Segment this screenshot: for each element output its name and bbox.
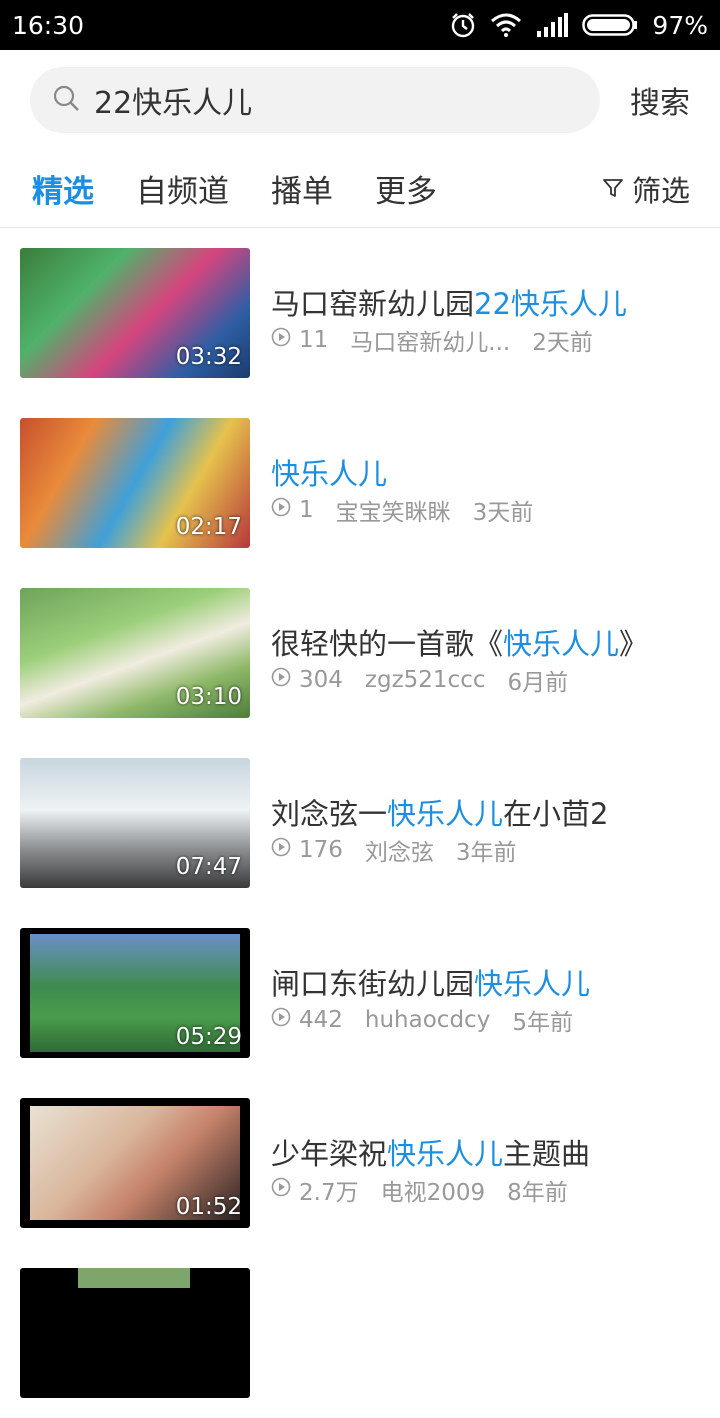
search-button[interactable]: 搜索: [630, 78, 690, 122]
video-author: 马口窑新幼儿...: [350, 330, 511, 356]
video-meta: 442 huhaocdcy 5年前: [271, 1003, 573, 1037]
video-duration: 03:10: [175, 684, 242, 710]
video-meta: 2.7万 电视2009 8年前: [271, 1173, 568, 1207]
video-item[interactable]: 03:10 很轻快的一首歌《快乐人儿》 304 zgz521ccc 6月前: [0, 568, 720, 738]
video-thumbnail[interactable]: 07:47: [20, 758, 250, 888]
search-icon: [52, 84, 80, 116]
video-author: huhaocdcy: [364, 1007, 491, 1033]
status-time: 16:30: [12, 10, 85, 40]
view-count: 304: [299, 667, 343, 693]
play-count-icon: [271, 327, 291, 353]
video-duration: 07:47: [175, 854, 242, 880]
title-text-end: 主题曲: [503, 1137, 591, 1171]
tab-playlist[interactable]: 播单: [271, 166, 333, 211]
video-author: zgz521ccc: [364, 667, 486, 693]
video-item[interactable]: 02:17 快乐人儿 1 宝宝笑眯眯 3天前: [0, 398, 720, 568]
video-item[interactable]: 01:52 少年梁祝快乐人儿主题曲 2.7万 电视2009 8年前: [0, 1078, 720, 1248]
video-title[interactable]: 马口窑新幼儿园22快乐人儿: [271, 281, 627, 323]
tab-featured[interactable]: 精选: [32, 166, 94, 211]
title-highlight: 快乐人儿: [271, 457, 388, 491]
title-highlight: 快乐人儿: [387, 797, 504, 831]
upload-time: 3天前: [472, 500, 534, 526]
title-highlight: 快乐人儿: [474, 967, 591, 1001]
video-item[interactable]: 03:32 马口窑新幼儿园22快乐人儿 11 马口窑新幼儿... 2天前: [0, 228, 720, 398]
play-count-icon: [271, 837, 291, 863]
video-duration: 05:29: [175, 1024, 242, 1050]
alarm-icon: [450, 12, 476, 38]
video-duration: 02:17: [175, 514, 242, 540]
video-meta: 304 zgz521ccc 6月前: [271, 663, 568, 697]
play-count-icon: [271, 497, 291, 523]
battery-percent: 97%: [652, 10, 708, 40]
title-text: 很轻快的一首歌《: [271, 627, 504, 661]
video-title[interactable]: 很轻快的一首歌《快乐人儿》: [271, 621, 648, 663]
title-highlight: 快乐人儿: [387, 1137, 504, 1171]
video-author: 电视2009: [380, 1180, 486, 1206]
battery-icon: [582, 13, 638, 37]
thumbnail-image: [78, 1268, 190, 1288]
upload-time: 8年前: [507, 1180, 568, 1206]
video-thumbnail[interactable]: 03:10: [20, 588, 250, 718]
search-input[interactable]: 22快乐人儿: [30, 67, 600, 133]
view-count: 442: [299, 1007, 343, 1033]
video-thumbnail[interactable]: [20, 1268, 250, 1398]
video-item[interactable]: 07:47 刘念弦一快乐人儿在小茴2 176 刘念弦 3年前: [0, 738, 720, 908]
view-count: 1: [299, 497, 314, 523]
view-count: 176: [299, 837, 343, 863]
upload-time: 5年前: [512, 1010, 573, 1036]
filter-button[interactable]: 筛选: [602, 168, 690, 210]
upload-time: 3年前: [455, 840, 517, 866]
title-highlight: 22快乐人儿: [474, 287, 627, 321]
upload-time: 2天前: [532, 330, 593, 356]
play-count-icon: [271, 667, 291, 693]
view-count: 2.7万: [299, 1180, 359, 1206]
status-icons: 97%: [450, 11, 708, 40]
tab-bar: 精选 自频道 播单 更多 筛选: [0, 150, 720, 228]
video-title[interactable]: 少年梁祝快乐人儿主题曲: [271, 1131, 590, 1173]
title-text: 马口窑新幼儿园: [271, 287, 475, 321]
title-text: 少年梁祝: [271, 1137, 388, 1171]
signal-icon: [536, 13, 569, 37]
filter-icon: [602, 172, 624, 206]
tab-more[interactable]: 更多: [375, 166, 437, 211]
filter-label: 筛选: [631, 173, 690, 208]
title-text: 闸口东街幼儿园: [271, 967, 475, 1001]
status-bar: 16:30 97%: [0, 0, 720, 50]
upload-time: 6月前: [507, 670, 569, 696]
video-meta: 1 宝宝笑眯眯 3天前: [271, 493, 533, 527]
video-meta: 176 刘念弦 3年前: [271, 833, 517, 867]
video-duration: 03:32: [175, 344, 242, 370]
title-highlight: 快乐人儿: [503, 627, 620, 661]
search-row: 22快乐人儿 搜索: [0, 50, 720, 150]
play-count-icon: [271, 1177, 291, 1203]
video-author: 刘念弦: [364, 840, 434, 866]
video-meta: 11 马口窑新幼儿... 2天前: [271, 323, 593, 357]
title-text: 刘念弦一: [271, 797, 388, 831]
wifi-icon: [490, 12, 522, 38]
video-author: 宝宝笑眯眯: [335, 500, 451, 526]
search-query: 22快乐人儿: [94, 86, 253, 121]
title-text-end: 在小茴2: [503, 797, 609, 831]
video-title[interactable]: 快乐人儿: [271, 451, 387, 493]
results-list: 03:32 马口窑新幼儿园22快乐人儿 11 马口窑新幼儿... 2天前 02:…: [0, 228, 720, 1418]
video-duration: 01:52: [175, 1194, 242, 1220]
video-thumbnail[interactable]: 05:29: [20, 928, 250, 1058]
video-title[interactable]: 刘念弦一快乐人儿在小茴2: [271, 791, 608, 833]
play-count-icon: [271, 1007, 291, 1033]
video-thumbnail[interactable]: 02:17: [20, 418, 250, 548]
view-count: 11: [299, 327, 329, 353]
video-thumbnail[interactable]: 03:32: [20, 248, 250, 378]
tab-channel[interactable]: 自频道: [136, 166, 229, 211]
video-thumbnail[interactable]: 01:52: [20, 1098, 250, 1228]
title-text-end: 》: [619, 627, 649, 661]
video-item[interactable]: 05:29 闸口东街幼儿园快乐人儿 442 huhaocdcy 5年前: [0, 908, 720, 1078]
video-title[interactable]: 闸口东街幼儿园快乐人儿: [271, 961, 590, 1003]
video-item-partial[interactable]: [0, 1248, 720, 1418]
